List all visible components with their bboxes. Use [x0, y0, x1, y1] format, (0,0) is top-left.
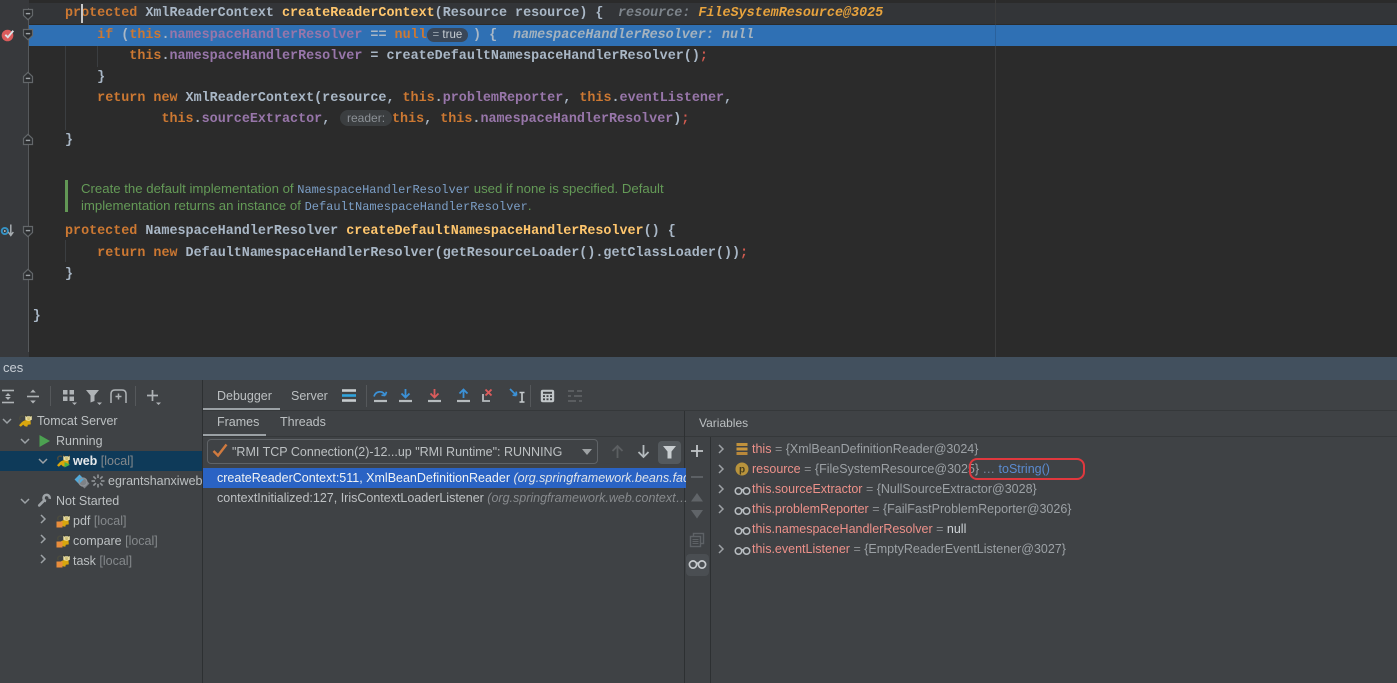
svg-text:p: p	[739, 465, 745, 476]
